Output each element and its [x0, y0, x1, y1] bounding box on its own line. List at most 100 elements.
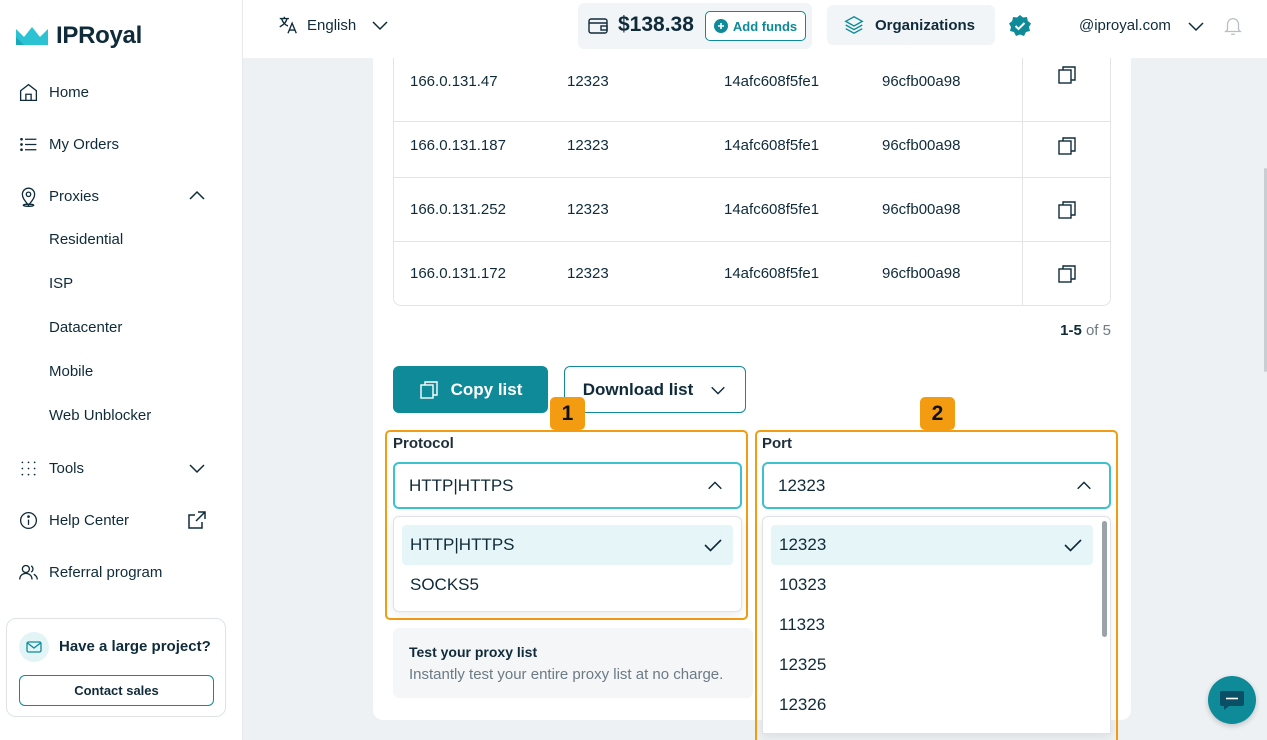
- sidebar-subitem-isp[interactable]: ISP: [49, 272, 73, 296]
- copy-row-button[interactable]: [1022, 242, 1110, 306]
- translate-icon: [279, 16, 297, 34]
- username-cell: 14afc608f5fe1: [724, 73, 820, 90]
- copy-icon: [1057, 66, 1076, 84]
- sidebar-item-label: Home: [49, 83, 90, 101]
- user-account-label[interactable]: @iproyal.com: [1079, 17, 1171, 34]
- chat-bubble-icon: [1220, 691, 1244, 710]
- protocol-option-label: SOCKS5: [410, 575, 479, 594]
- copy-icon: [419, 380, 438, 399]
- port-option-label: 10323: [779, 575, 827, 594]
- table-row: 166.0.131.47 12323 14afc608f5fe1 96cfb00…: [394, 58, 1110, 122]
- copy-list-button[interactable]: Copy list: [393, 366, 548, 413]
- sidebar-item-label: My Orders: [49, 135, 120, 153]
- ip-cell: 166.0.131.252: [410, 201, 506, 218]
- balance-panel: $138.38 Add funds: [578, 3, 812, 49]
- password-cell: 96cfb00a98: [882, 73, 961, 90]
- download-list-button[interactable]: Download list: [564, 366, 746, 413]
- sidebar-item-proxies[interactable]: Proxies: [18, 184, 99, 208]
- add-funds-button[interactable]: Add funds: [705, 11, 806, 41]
- chevron-up-icon: [1077, 481, 1091, 490]
- protocol-option[interactable]: HTTP|HTTPS: [402, 525, 733, 565]
- sidebar-item-help-center[interactable]: Help Center: [18, 508, 129, 532]
- password-cell: 96cfb00a98: [882, 201, 961, 218]
- checkmark-icon: [1064, 539, 1082, 552]
- protocol-select[interactable]: HTTP|HTTPS: [393, 462, 742, 509]
- organizations-button[interactable]: Organizations: [827, 5, 995, 45]
- chevron-up-icon[interactable]: [187, 186, 207, 206]
- crown-logo-icon: [16, 27, 48, 45]
- sidebar-item-label: Tools: [49, 459, 85, 477]
- checkmark-icon: [704, 539, 722, 552]
- test-subtitle: Instantly test your entire proxy list at…: [409, 666, 724, 683]
- users-icon: [19, 564, 38, 580]
- contact-sales-button[interactable]: Contact sales: [19, 675, 214, 706]
- copy-icon: [1057, 265, 1076, 283]
- copy-icon: [1057, 201, 1076, 219]
- proxy-table: 166.0.131.47 12323 14afc608f5fe1 96cfb00…: [393, 58, 1111, 306]
- port-option-label: 12326: [779, 695, 827, 714]
- promo-title: Have a large project?: [59, 638, 211, 655]
- username-cell: 14afc608f5fe1: [724, 201, 820, 218]
- copy-row-button[interactable]: [1022, 58, 1110, 122]
- port-value: 12323: [778, 475, 826, 495]
- chat-button[interactable]: [1208, 676, 1256, 724]
- sidebar-subitem-residential[interactable]: Residential: [49, 228, 123, 252]
- sidebar-item-home[interactable]: Home: [18, 80, 89, 104]
- copy-row-button[interactable]: [1022, 178, 1110, 242]
- mail-icon: [19, 632, 49, 662]
- protocol-option[interactable]: SOCKS5: [402, 565, 733, 605]
- organizations-label: Organizations: [875, 16, 976, 34]
- password-cell: 96cfb00a98: [882, 265, 961, 282]
- port-cell: 12323: [567, 137, 609, 154]
- sidebar-subitem-web-unblocker[interactable]: Web Unblocker: [49, 404, 151, 428]
- test-proxy-panel: Test your proxy list Instantly test your…: [393, 628, 753, 698]
- bell-icon[interactable]: [1222, 15, 1244, 37]
- wallet-icon: [588, 18, 608, 34]
- annotation-badge-2: 2: [920, 397, 955, 430]
- chevron-down-icon[interactable]: [187, 458, 207, 478]
- port-option[interactable]: 12323: [771, 525, 1093, 565]
- grid-dots-icon: [21, 461, 36, 475]
- protocol-value: HTTP|HTTPS: [409, 475, 514, 495]
- password-cell: 96cfb00a98: [882, 137, 961, 154]
- plus-circle-icon: [713, 19, 728, 33]
- port-option[interactable]: 12326: [771, 685, 1093, 725]
- chevron-down-icon: [711, 386, 726, 395]
- sidebar-item-label: Referral program: [49, 563, 163, 581]
- home-icon: [19, 83, 38, 101]
- port-dropdown: 12323 10323 11323 12325 12326: [762, 516, 1111, 734]
- port-cell: 12323: [567, 201, 609, 218]
- port-cell: 12323: [567, 73, 609, 90]
- external-link-icon[interactable]: [187, 510, 207, 530]
- protocol-option-label: HTTP|HTTPS: [410, 535, 515, 554]
- download-list-label: Download list: [582, 379, 694, 399]
- port-option[interactable]: 10323: [771, 565, 1093, 605]
- sidebar-subitem-mobile[interactable]: Mobile: [49, 360, 93, 384]
- sidebar-item-label: Proxies: [49, 187, 100, 205]
- language-selector[interactable]: English: [277, 14, 390, 36]
- top-bar: English $138.38 Add funds Organizations …: [243, 0, 1267, 58]
- port-select[interactable]: 12323: [762, 462, 1111, 509]
- ip-cell: 166.0.131.187: [410, 137, 506, 154]
- sidebar-item-tools[interactable]: Tools: [18, 456, 84, 480]
- sidebar-item-referral-program[interactable]: Referral program: [18, 560, 162, 584]
- balance-amount: $138.38: [618, 13, 694, 36]
- chevron-down-icon[interactable]: [1186, 16, 1206, 36]
- port-option-label: 11323: [779, 615, 826, 634]
- pagination-info: 1-5 of 5: [1060, 322, 1111, 339]
- table-row: 166.0.131.187 12323 14afc608f5fe1 96cfb0…: [394, 114, 1110, 178]
- add-funds-label: Add funds: [732, 18, 798, 34]
- pagination-range: 1-5: [1060, 322, 1082, 339]
- port-option[interactable]: 12325: [771, 645, 1093, 685]
- sidebar-subitem-datacenter[interactable]: Datacenter: [49, 316, 122, 340]
- port-option[interactable]: 11323: [771, 605, 1093, 645]
- ip-cell: 166.0.131.47: [410, 73, 498, 90]
- username-cell: 14afc608f5fe1: [724, 265, 820, 282]
- copy-list-label: Copy list: [450, 379, 523, 399]
- dropdown-scrollbar[interactable]: [1102, 521, 1107, 637]
- port-cell: 12323: [567, 265, 609, 282]
- copy-row-button[interactable]: [1022, 114, 1110, 178]
- logo[interactable]: IPRoyal: [16, 22, 142, 50]
- sidebar: IPRoyal Home My Orders Proxies Residenti…: [0, 0, 243, 740]
- sidebar-item-my-orders[interactable]: My Orders: [18, 132, 119, 156]
